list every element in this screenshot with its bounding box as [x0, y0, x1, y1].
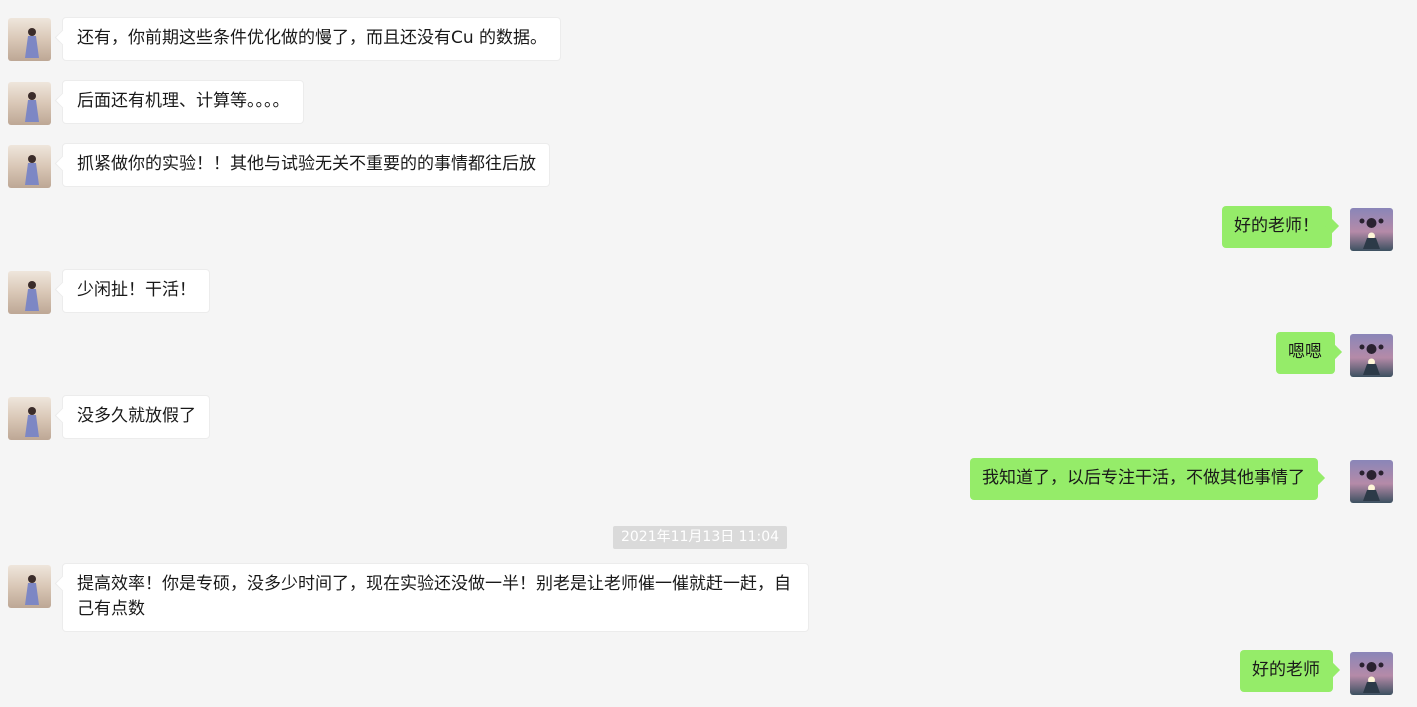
message-bubble-incoming[interactable]: 还有，你前期这些条件优化做的慢了，而且还没有Cu 的数据。	[62, 17, 562, 61]
message-text: 嗯嗯	[1288, 342, 1322, 362]
message-bubble-outgoing[interactable]: 嗯嗯	[1276, 332, 1335, 374]
message-text: 少闲扯！干活！	[77, 280, 196, 300]
message-bubble-incoming[interactable]: 后面还有机理、计算等。。。。	[62, 80, 304, 124]
contact-avatar-icon[interactable]	[8, 565, 51, 608]
message-bubble-incoming[interactable]: 少闲扯！干活！	[62, 269, 210, 313]
message-bubble-incoming[interactable]: 没多久就放假了	[62, 395, 210, 439]
user-avatar-icon[interactable]	[1350, 208, 1393, 251]
message-text: 后面还有机理、计算等。。。。	[77, 91, 290, 111]
message-text: 好的老师	[1252, 660, 1320, 680]
message-text: 还有，你前期这些条件优化做的慢了，而且还没有Cu 的数据。	[77, 28, 548, 48]
message-text: 提高效率！你是专硕，没多少时间了，现在实验还没做一半！别老是让老师催一催就赶一赶…	[77, 574, 791, 619]
chat-window: 还有，你前期这些条件优化做的慢了，而且还没有Cu 的数据。 后面还有机理、计算等…	[0, 0, 1417, 707]
message-text: 没多久就放假了	[77, 406, 196, 426]
message-text: 好的老师！	[1234, 216, 1319, 236]
timestamp-divider: 2021年11月13日 11:04	[613, 526, 787, 549]
message-bubble-incoming[interactable]: 提高效率！你是专硕，没多少时间了，现在实验还没做一半！别老是让老师催一催就赶一赶…	[62, 563, 809, 632]
message-bubble-outgoing[interactable]: 好的老师！	[1222, 206, 1332, 248]
user-avatar-icon[interactable]	[1350, 334, 1393, 377]
contact-avatar-icon[interactable]	[8, 397, 51, 440]
message-bubble-outgoing[interactable]: 我知道了，以后专注干活，不做其他事情了	[970, 458, 1318, 500]
contact-avatar-icon[interactable]	[8, 271, 51, 314]
message-text: 抓紧做你的实验！！其他与试验无关不重要的的事情都往后放	[77, 154, 536, 174]
contact-avatar-icon[interactable]	[8, 82, 51, 125]
user-avatar-icon[interactable]	[1350, 652, 1393, 695]
user-avatar-icon[interactable]	[1350, 460, 1393, 503]
message-text: 我知道了，以后专注干活，不做其他事情了	[982, 468, 1305, 488]
message-bubble-incoming[interactable]: 抓紧做你的实验！！其他与试验无关不重要的的事情都往后放	[62, 143, 550, 187]
contact-avatar-icon[interactable]	[8, 18, 51, 61]
contact-avatar-icon[interactable]	[8, 145, 51, 188]
message-bubble-outgoing[interactable]: 好的老师	[1240, 650, 1333, 692]
